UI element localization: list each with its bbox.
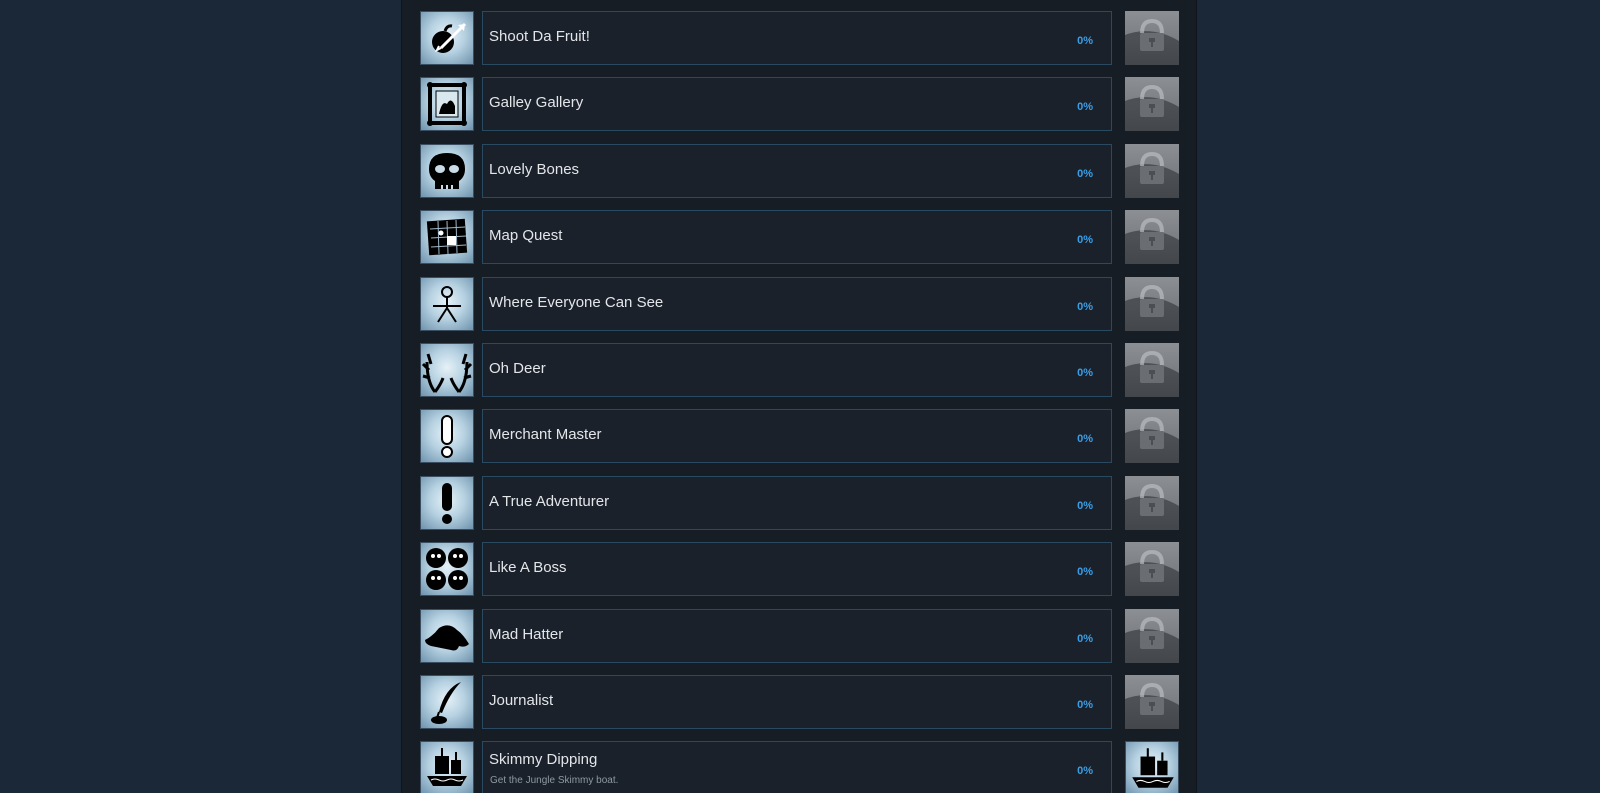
quill-ink-icon (420, 674, 474, 729)
achievement-percent: 0% (1077, 566, 1093, 579)
achievement-row: Mad Hatter 0% (420, 608, 1180, 663)
achievement-percent: 0% (1077, 101, 1093, 114)
achievement-info: Journalist 0% (482, 674, 1112, 729)
achievement-row: Lovely Bones 0% (420, 143, 1180, 198)
achievement-row: Journalist 0% (420, 674, 1180, 729)
achievement-percent: 0% (1077, 300, 1093, 313)
skull-icon (420, 143, 474, 198)
padlock-icon (1125, 409, 1179, 464)
padlock-icon (1125, 77, 1179, 132)
padlock-icon (1125, 608, 1179, 663)
achievement-percent: 0% (1077, 632, 1093, 645)
achievement-info: Skimmy Dipping Get the Jungle Skimmy boat… (482, 741, 1112, 793)
achievement-list: Shoot Da Fruit! 0% Galley Gallery 0% Lovely … (420, 11, 1180, 793)
achievement-name: Galley Gallery (489, 94, 584, 112)
achievement-info: A True Adventurer 0% (482, 475, 1112, 530)
padlock-icon (1125, 11, 1179, 65)
achievement-row: Galley Gallery 0% (420, 77, 1180, 132)
padlock-icon (1125, 342, 1179, 397)
hat-icon (420, 608, 474, 663)
exclamation-black-icon (420, 475, 474, 530)
achievement-name: Lovely Bones (489, 160, 580, 178)
achievement-percent: 0% (1077, 698, 1093, 711)
achievement-percent: 0% (1077, 499, 1093, 512)
picture-frame-icon (420, 77, 474, 132)
boat-icon (420, 741, 474, 793)
achievement-info: Merchant Master 0% (482, 409, 1112, 464)
achievement-name: A True Adventurer (489, 492, 610, 510)
achievement-info: Map Quest 0% (482, 210, 1112, 265)
achievement-info: Lovely Bones 0% (482, 143, 1112, 198)
map-icon (420, 210, 474, 265)
achievement-info: Like A Boss 0% (482, 542, 1112, 597)
achievement-percent: 0% (1077, 433, 1093, 446)
achievement-name: Map Quest (489, 227, 563, 245)
achievement-name: Merchant Master (489, 426, 602, 444)
achievement-row: A True Adventurer 0% (420, 475, 1180, 530)
achievement-row: Oh Deer 0% (420, 342, 1180, 397)
padlock-icon (1125, 475, 1179, 530)
achievement-name: Shoot Da Fruit! (489, 28, 590, 45)
padlock-icon (1125, 210, 1179, 265)
achievement-info: Where Everyone Can See 0% (482, 276, 1112, 331)
boat-icon (1125, 741, 1179, 793)
achievement-row: Where Everyone Can See 0% (420, 276, 1180, 331)
fruit-arrow-icon (420, 11, 474, 65)
achievement-info: Oh Deer 0% (482, 342, 1112, 397)
scarecrow-icon (420, 276, 474, 331)
achievement-name: Mad Hatter (489, 625, 564, 643)
achievements-page: Shoot Da Fruit! 0% Galley Gallery 0% Lovely … (0, 0, 1600, 793)
achievement-name: Oh Deer (489, 359, 546, 377)
achievement-percent: 0% (1077, 366, 1093, 379)
four-bosses-icon (420, 542, 474, 597)
achievement-info: Galley Gallery 0% (482, 77, 1112, 132)
padlock-icon (1125, 674, 1179, 729)
achievement-info: Mad Hatter 0% (482, 608, 1112, 663)
padlock-icon (1125, 143, 1179, 198)
exclamation-white-icon (420, 409, 474, 464)
achievement-name: Like A Boss (489, 559, 567, 577)
achievement-name: Journalist (489, 691, 554, 709)
antlers-icon (420, 342, 474, 397)
achievement-row: Skimmy Dipping Get the Jungle Skimmy boat… (420, 741, 1180, 793)
achievement-row: Map Quest 0% (420, 210, 1180, 265)
achievement-description: Get the Jungle Skimmy boat. (490, 775, 619, 787)
achievement-row: Shoot Da Fruit! 0% (420, 11, 1180, 65)
achievement-percent: 0% (1077, 765, 1093, 778)
padlock-icon (1125, 542, 1179, 597)
achievement-percent: 0% (1077, 167, 1093, 180)
achievement-percent: 0% (1077, 234, 1093, 247)
achievement-name: Skimmy Dipping (489, 751, 598, 769)
achievement-row: Like A Boss 0% (420, 542, 1180, 597)
achievement-name: Where Everyone Can See (489, 293, 664, 311)
achievement-row: Merchant Master 0% (420, 409, 1180, 464)
padlock-icon (1125, 276, 1179, 331)
achievement-percent: 0% (1077, 35, 1093, 47)
achievement-info: Shoot Da Fruit! 0% (482, 11, 1112, 65)
